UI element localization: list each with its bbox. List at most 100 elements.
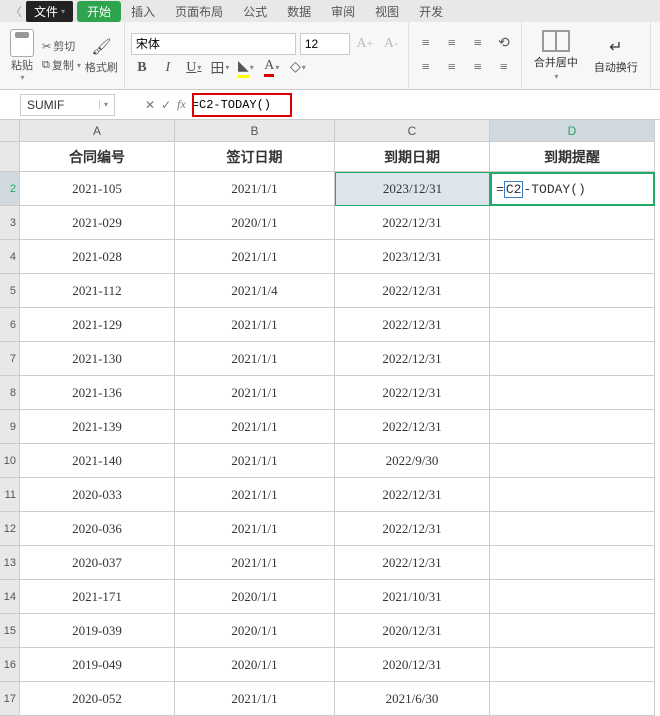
cell[interactable]: 2023/12/31 [335, 172, 490, 206]
paste-button[interactable]: 粘贴▾ [6, 25, 38, 86]
cell[interactable] [490, 682, 655, 716]
cell[interactable]: 2020/1/1 [175, 614, 335, 648]
cell[interactable]: 2021/6/30 [335, 682, 490, 716]
cell[interactable] [490, 478, 655, 512]
header-cell[interactable]: 合同编号 [20, 142, 175, 172]
cell[interactable]: 2020-033 [20, 478, 175, 512]
cell[interactable]: 2021-029 [20, 206, 175, 240]
file-menu[interactable]: 文件▾ [26, 1, 73, 22]
cell[interactable]: 2021/1/1 [175, 172, 335, 206]
cell[interactable]: 2022/12/31 [335, 206, 490, 240]
cell[interactable] [490, 546, 655, 580]
row-header[interactable]: 5 [0, 274, 20, 308]
cell[interactable]: 2020/12/31 [335, 648, 490, 682]
cell[interactable]: 2020/12/31 [335, 614, 490, 648]
cell[interactable] [490, 580, 655, 614]
cell[interactable]: 2022/12/31 [335, 308, 490, 342]
cell[interactable]: 2022/12/31 [335, 274, 490, 308]
header-cell[interactable]: 到期提醒 [490, 142, 655, 172]
cell[interactable] [490, 444, 655, 478]
cell[interactable]: 2021/1/1 [175, 444, 335, 478]
cell[interactable]: 2021-112 [20, 274, 175, 308]
menu-tab[interactable]: 数据 [277, 1, 321, 22]
cell[interactable]: 2021/1/1 [175, 376, 335, 410]
cell[interactable]: 2021/1/1 [175, 682, 335, 716]
cell[interactable]: 2020-037 [20, 546, 175, 580]
menu-tab[interactable]: 页面布局 [165, 1, 233, 22]
format-painter-button[interactable]: 🖌格式刷 [85, 37, 118, 75]
row-header[interactable]: 12 [0, 512, 20, 546]
cell[interactable]: 2022/12/31 [335, 410, 490, 444]
orientation-button[interactable]: ⟲ [493, 33, 515, 55]
cell[interactable]: 2021/1/1 [175, 240, 335, 274]
row-header[interactable]: 15 [0, 614, 20, 648]
cell[interactable] [490, 512, 655, 546]
row-header[interactable] [0, 142, 20, 172]
accept-formula-button[interactable]: ✓ [161, 98, 171, 112]
row-header[interactable]: 7 [0, 342, 20, 376]
cell[interactable]: =C2-TODAY() [490, 172, 655, 206]
menu-prev-icon[interactable]: 〈 [10, 3, 22, 20]
row-header[interactable]: 16 [0, 648, 20, 682]
cell[interactable] [490, 240, 655, 274]
cell[interactable]: 2021/1/1 [175, 546, 335, 580]
underline-button[interactable]: U▾ [183, 57, 205, 79]
row-header[interactable]: 14 [0, 580, 20, 614]
cell[interactable]: 2021/1/1 [175, 410, 335, 444]
column-header[interactable]: C [335, 120, 490, 142]
cell[interactable] [490, 648, 655, 682]
cell[interactable] [490, 376, 655, 410]
column-header[interactable]: B [175, 120, 335, 142]
align-center-button[interactable]: ≡ [441, 57, 463, 79]
cell[interactable]: 2021-105 [20, 172, 175, 206]
align-top-button[interactable]: ≡ [415, 33, 437, 55]
align-left-button[interactable]: ≡ [415, 57, 437, 79]
cell[interactable]: 2022/12/31 [335, 478, 490, 512]
column-header[interactable]: D [490, 120, 655, 142]
select-all-corner[interactable] [0, 120, 20, 142]
cell[interactable]: 2021/1/4 [175, 274, 335, 308]
cell[interactable] [490, 410, 655, 444]
menu-tab[interactable]: 视图 [365, 1, 409, 22]
row-header[interactable]: 3 [0, 206, 20, 240]
clear-format-button[interactable]: ◇▾ [287, 57, 309, 79]
fill-color-button[interactable]: ◣▾ [235, 57, 257, 79]
decrease-font-button[interactable]: A- [380, 33, 402, 55]
cell[interactable]: 2021/1/1 [175, 308, 335, 342]
cell[interactable] [490, 274, 655, 308]
cell[interactable]: 2020/1/1 [175, 206, 335, 240]
cell[interactable]: 2019-039 [20, 614, 175, 648]
cell[interactable]: 2022/12/31 [335, 512, 490, 546]
menu-tab[interactable]: 开始 [77, 1, 121, 22]
cell[interactable]: 2022/9/30 [335, 444, 490, 478]
row-header[interactable]: 8 [0, 376, 20, 410]
cancel-formula-button[interactable]: ✕ [145, 98, 155, 112]
cell[interactable]: 2022/12/31 [335, 376, 490, 410]
copy-button[interactable]: ⧉复制▾ [42, 57, 81, 73]
bold-button[interactable]: B [131, 57, 153, 79]
cell[interactable]: 2020-036 [20, 512, 175, 546]
row-header[interactable]: 6 [0, 308, 20, 342]
align-middle-button[interactable]: ≡ [441, 33, 463, 55]
increase-font-button[interactable]: A+ [354, 33, 376, 55]
cell[interactable]: 2022/12/31 [335, 342, 490, 376]
cell[interactable]: 2021/1/1 [175, 342, 335, 376]
chevron-down-icon[interactable]: ▾ [99, 100, 108, 109]
align-bottom-button[interactable]: ≡ [467, 33, 489, 55]
fx-button[interactable]: fx [177, 97, 186, 112]
formula-input[interactable] [192, 98, 660, 112]
menu-tab[interactable]: 插入 [121, 1, 165, 22]
align-right-button[interactable]: ≡ [467, 57, 489, 79]
row-header[interactable]: 13 [0, 546, 20, 580]
cell[interactable]: 2021-130 [20, 342, 175, 376]
cell[interactable]: 2020/1/1 [175, 648, 335, 682]
cell[interactable]: 2019-049 [20, 648, 175, 682]
header-cell[interactable]: 签订日期 [175, 142, 335, 172]
font-name-select[interactable] [131, 33, 296, 55]
cell[interactable]: 2022/12/31 [335, 546, 490, 580]
cell[interactable]: 2021-140 [20, 444, 175, 478]
cell[interactable]: 2023/12/31 [335, 240, 490, 274]
menu-tab[interactable]: 审阅 [321, 1, 365, 22]
auto-wrap-button[interactable]: ↵ 自动换行 [588, 35, 644, 77]
cell[interactable]: 2021-136 [20, 376, 175, 410]
